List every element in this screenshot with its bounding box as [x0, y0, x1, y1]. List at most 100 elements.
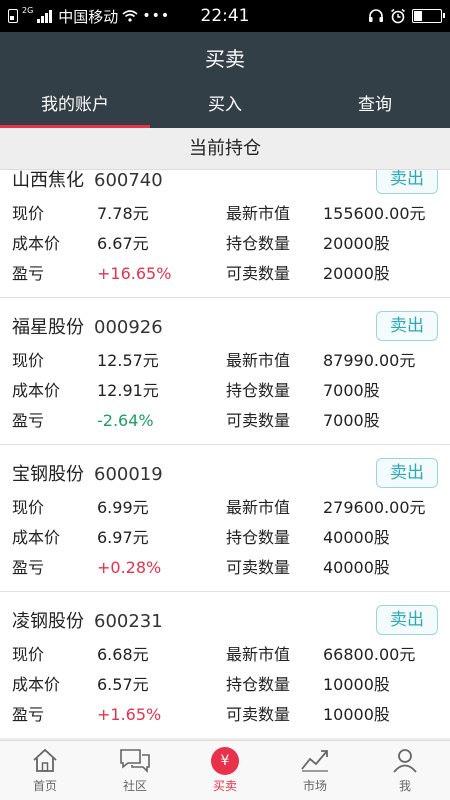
market-value: 66800.00元 — [323, 645, 416, 664]
holding-card: 宝钢股份 600019 卖出 现价 6.99元 最新市值 279600.00元 成… — [0, 446, 450, 592]
pnl-value: -2.64% — [97, 411, 154, 430]
battery-icon — [412, 9, 445, 23]
stock-code: 600740 — [94, 170, 163, 191]
holding-value: 7000股 — [323, 381, 380, 400]
market-value-label: 最新市值 — [226, 204, 291, 223]
sellable-label: 可卖数量 — [226, 705, 291, 724]
home-icon — [33, 748, 57, 772]
sellable-value: 10000股 — [323, 705, 390, 724]
pnl-label: 盈亏 — [12, 558, 45, 577]
sellable-value: 40000股 — [323, 558, 390, 577]
stock-code: 600231 — [94, 611, 163, 632]
price-value: 12.57元 — [97, 351, 159, 370]
nav-me[interactable]: 我 — [360, 741, 450, 800]
pnl-label: 盈亏 — [12, 264, 45, 283]
nav-market[interactable]: 市场 — [270, 741, 360, 800]
cost-row: 成本价 6.57元 持仓数量 10000股 — [0, 673, 450, 697]
pnl-row: 盈亏 +16.65% 可卖数量 20000股 — [0, 262, 450, 286]
cost-row: 成本价 6.97元 持仓数量 40000股 — [0, 526, 450, 550]
yen-icon: ¥ — [211, 747, 239, 775]
cost-label: 成本价 — [12, 528, 61, 547]
user-icon — [393, 749, 417, 773]
market-value: 155600.00元 — [323, 204, 426, 223]
pnl-value: +0.28% — [97, 558, 162, 577]
tab-buy[interactable]: 买入 — [150, 86, 300, 128]
holding-value: 40000股 — [323, 528, 390, 547]
price-row: 现价 7.78元 最新市值 155600.00元 — [0, 202, 450, 226]
pnl-label: 盈亏 — [12, 411, 45, 430]
stock-name: 山西焦化 — [12, 170, 84, 191]
pnl-row: 盈亏 +0.28% 可卖数量 40000股 — [0, 556, 450, 580]
stock-name-line: 宝钢股份 600019 — [12, 460, 163, 486]
cost-row: 成本价 12.91元 持仓数量 7000股 — [0, 379, 450, 403]
price-label: 现价 — [12, 351, 45, 370]
nav-me-label: 我 — [398, 779, 411, 793]
section-title: 当前持仓 — [0, 128, 450, 170]
holdings-list[interactable]: 山西焦化 600740 卖出 现价 7.78元 最新市值 155600.00元 成… — [0, 170, 450, 738]
holding-label: 持仓数量 — [226, 234, 291, 253]
header: 买卖 我的账户 买入 查询 — [0, 32, 450, 128]
cost-row: 成本价 6.67元 持仓数量 20000股 — [0, 232, 450, 256]
holding-label: 持仓数量 — [226, 528, 291, 547]
price-value: 6.68元 — [97, 645, 149, 664]
page-title: 买卖 — [205, 47, 245, 71]
stock-name-line: 福星股份 000926 — [12, 313, 163, 339]
market-value: 87990.00元 — [323, 351, 416, 370]
holding-card: 福星股份 000926 卖出 现价 12.57元 最新市值 87990.00元 成… — [0, 299, 450, 445]
stock-name-line: 山西焦化 600740 — [12, 170, 163, 192]
status-right — [368, 0, 445, 32]
cost-label: 成本价 — [12, 675, 61, 694]
pnl-value: +1.65% — [97, 705, 162, 724]
nav-community-label: 社区 — [122, 779, 147, 793]
nav-trade[interactable]: ¥ 买卖 — [180, 741, 270, 800]
cost-value: 6.67元 — [97, 234, 149, 253]
nav-market-label: 市场 — [302, 779, 327, 793]
sellable-label: 可卖数量 — [226, 264, 291, 283]
price-row: 现价 12.57元 最新市值 87990.00元 — [0, 349, 450, 373]
nav-community[interactable]: 社区 — [90, 741, 180, 800]
pnl-value: +16.65% — [97, 264, 172, 283]
stock-name: 凌钢股份 — [12, 611, 84, 632]
price-row: 现价 6.99元 最新市值 279600.00元 — [0, 496, 450, 520]
cost-label: 成本价 — [12, 381, 61, 400]
sell-button[interactable]: 卖出 — [376, 458, 438, 488]
nav-home[interactable]: 首页 — [0, 741, 90, 800]
pnl-row: 盈亏 +1.65% 可卖数量 10000股 — [0, 703, 450, 727]
tab-my-account[interactable]: 我的账户 — [0, 86, 150, 128]
sell-button[interactable]: 卖出 — [376, 311, 438, 341]
nav-trade-label: 买卖 — [212, 779, 237, 793]
headset-icon — [369, 9, 383, 22]
tab-query[interactable]: 查询 — [300, 86, 450, 128]
cost-value: 12.91元 — [97, 381, 159, 400]
status-bar: 2G 中国移动 ••• 22:41 — [0, 0, 450, 32]
sell-button[interactable]: 卖出 — [376, 605, 438, 635]
sellable-label: 可卖数量 — [226, 558, 291, 577]
stock-name: 宝钢股份 — [12, 464, 84, 485]
market-value-label: 最新市值 — [226, 645, 291, 664]
holding-label: 持仓数量 — [226, 381, 291, 400]
chart-icon — [301, 750, 328, 772]
cost-value: 6.57元 — [97, 675, 149, 694]
market-value: 279600.00元 — [323, 498, 426, 517]
stock-code: 000926 — [94, 317, 163, 338]
holding-label: 持仓数量 — [226, 675, 291, 694]
holding-card: 凌钢股份 600231 卖出 现价 6.68元 最新市值 66800.00元 成本… — [0, 593, 450, 738]
sellable-label: 可卖数量 — [226, 411, 291, 430]
holding-value: 20000股 — [323, 234, 390, 253]
price-label: 现价 — [12, 498, 45, 517]
cost-label: 成本价 — [12, 234, 61, 253]
pnl-label: 盈亏 — [12, 705, 45, 724]
bottom-nav: 首页 社区 ¥ 买卖 市场 我 — [0, 740, 450, 800]
sell-button[interactable]: 卖出 — [376, 170, 438, 194]
holding-value: 10000股 — [323, 675, 390, 694]
price-row: 现价 6.68元 最新市值 66800.00元 — [0, 643, 450, 667]
sellable-value: 20000股 — [323, 264, 390, 283]
tab-bar: 我的账户 买入 查询 — [0, 86, 450, 128]
chat-icon — [120, 749, 150, 773]
stock-name-line: 凌钢股份 600231 — [12, 607, 163, 633]
price-value: 7.78元 — [97, 204, 149, 223]
nav-home-label: 首页 — [32, 779, 57, 793]
market-value-label: 最新市值 — [226, 351, 291, 370]
stock-name: 福星股份 — [12, 317, 84, 338]
price-label: 现价 — [12, 204, 45, 223]
